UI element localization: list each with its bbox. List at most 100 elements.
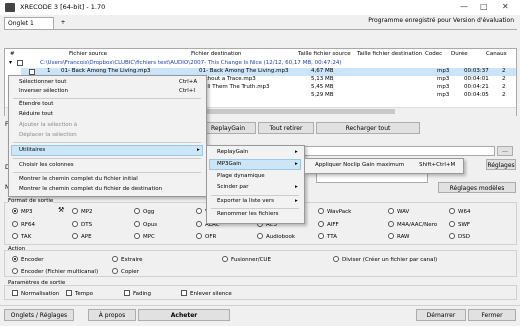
menu-item-mp3gain[interactable]: MP3Gain [217,161,241,167]
group-expand-icon[interactable]: ▾ [9,59,12,66]
radio-button[interactable] [318,208,324,214]
start-button[interactable]: Démarrer [416,309,466,321]
radio-button[interactable] [112,268,118,274]
action-option[interactable]: Diviser (Créer un fichier par canal) [333,256,437,263]
menu-item-move-selection[interactable]: Déplacer la sélection [19,132,77,138]
radio-button[interactable] [257,233,263,239]
format-option[interactable]: MP2 [72,208,93,215]
format-option[interactable]: AIFF [318,221,339,228]
format-option[interactable]: MPC [134,233,155,240]
radio-button[interactable] [196,221,202,227]
action-option[interactable]: Copier [112,268,139,275]
radio-button[interactable] [12,221,18,227]
about-button[interactable]: À propos [88,309,136,321]
radio-button[interactable] [72,233,78,239]
action-option[interactable]: Extraire [112,256,143,263]
radio-button[interactable] [134,233,140,239]
output-param-option[interactable]: Normalisation [12,290,59,297]
output-param-option[interactable]: Enlever silence [181,290,232,297]
radio-button[interactable] [72,221,78,227]
menu-item-add-selection[interactable]: Ajouter la sélection à [19,122,77,128]
close-button[interactable]: Fermer [468,309,516,321]
menu-item-split-by[interactable]: Scinder par [217,184,249,190]
format-settings-icon[interactable]: ⚒ [58,206,64,214]
radio-button[interactable] [12,268,18,274]
radio-button[interactable] [333,256,339,262]
radio-button[interactable] [449,208,455,214]
checkbox[interactable] [181,290,187,296]
checkbox[interactable] [66,290,72,296]
format-option[interactable]: Opus [134,221,157,228]
menu-item-apply-noclip[interactable]: Appliquer Noclip Gain maximum [315,162,404,168]
radio-button[interactable] [12,256,18,262]
format-option[interactable]: RF64 [12,221,35,228]
format-option[interactable]: MP3 [12,208,33,215]
format-option[interactable]: RAW [388,233,410,240]
radio-button[interactable] [12,233,18,239]
remove-all-button[interactable]: Tout retirer [258,122,314,134]
maximize-icon[interactable]: □ [480,2,488,11]
menu-item-dynamic-range[interactable]: Plage dynamique [217,173,265,179]
action-option[interactable]: Encoder [12,256,44,263]
radio-button[interactable] [72,208,78,214]
format-option[interactable]: WAV [388,208,409,215]
col-dst-size[interactable]: Taille fichier destination [357,51,422,57]
col-src-size[interactable]: Taille fichier source [298,51,351,57]
radio-button[interactable] [388,208,394,214]
destination-field[interactable] [300,146,495,156]
format-option[interactable]: DTS [72,221,92,228]
menu-item-collapse-all[interactable]: Réduire tout [19,111,53,117]
col-duration[interactable]: Durée [451,51,468,57]
format-option[interactable]: TTA [318,233,337,240]
radio-button[interactable] [112,256,118,262]
add-tab-button[interactable]: + [58,18,68,28]
browse-button[interactable]: ... [497,146,513,156]
col-source[interactable]: Fichier source [69,51,107,57]
radio-button[interactable] [449,221,455,227]
checkbox[interactable] [124,290,130,296]
models-button[interactable]: Réglages modèles [438,182,516,193]
action-option[interactable]: Encoder (Fichier multicanal) [12,268,98,275]
format-option[interactable]: SWF [449,221,470,228]
radio-button[interactable] [134,208,140,214]
action-option[interactable]: Fusionner/CUE [222,256,271,263]
menu-item-expand-all[interactable]: Étendre tout [19,101,53,107]
menu-item-select-all[interactable]: Sélectionner tout [19,79,66,85]
col-codec[interactable]: Codec [425,51,442,57]
radio-button[interactable] [388,221,394,227]
menu-item-invert-selection[interactable]: Inverser sélection [19,88,68,94]
reload-all-button[interactable]: Recharger tout [316,122,420,134]
group-checkbox[interactable] [17,60,23,66]
menu-item-rename-files[interactable]: Renommer les fichiers [217,211,278,217]
output-param-option[interactable]: Fading [124,290,151,297]
format-option[interactable]: Audiobook [257,233,295,240]
buy-button[interactable]: Acheter [138,309,230,321]
tabs-rules-button[interactable]: Onglets / Réglages [4,309,74,321]
radio-button[interactable] [222,256,228,262]
output-param-option[interactable]: Tempo [66,290,93,297]
menu-item-show-dest-path[interactable]: Montrer le chemin complet du fichier de … [19,186,162,192]
close-icon[interactable]: ✕ [502,2,509,11]
filename-field[interactable] [316,173,428,183]
radio-button[interactable] [12,208,18,214]
radio-button[interactable] [388,233,394,239]
radio-button[interactable] [134,221,140,227]
radio-button[interactable] [318,233,324,239]
menu-item-choose-columns[interactable]: Choisir les colonnes [19,162,74,168]
minimize-icon[interactable]: — [460,2,468,11]
tab-onglet-1[interactable]: Onglet 1 [4,17,54,29]
menu-item-utilities[interactable]: Utilitaires [19,147,45,153]
menu-item-show-source-path[interactable]: Montrer le chemin complet du fichier ini… [19,176,138,182]
col-destination[interactable]: Fichier destination [191,51,242,57]
radio-button[interactable] [318,221,324,227]
format-option[interactable]: Ogg [134,208,154,215]
menu-item-export-list[interactable]: Exporter la liste vers [217,198,274,204]
format-option[interactable]: W64 [449,208,470,215]
rules-button[interactable]: Réglages [486,159,516,170]
checkbox[interactable] [12,290,18,296]
replaygain-button[interactable]: ReplayGain [200,122,256,134]
menu-item-replaygain[interactable]: ReplayGain [217,149,248,155]
col-num[interactable]: # [10,51,15,57]
format-option[interactable]: TAK [12,233,31,240]
col-channels[interactable]: Canaux [486,51,507,57]
